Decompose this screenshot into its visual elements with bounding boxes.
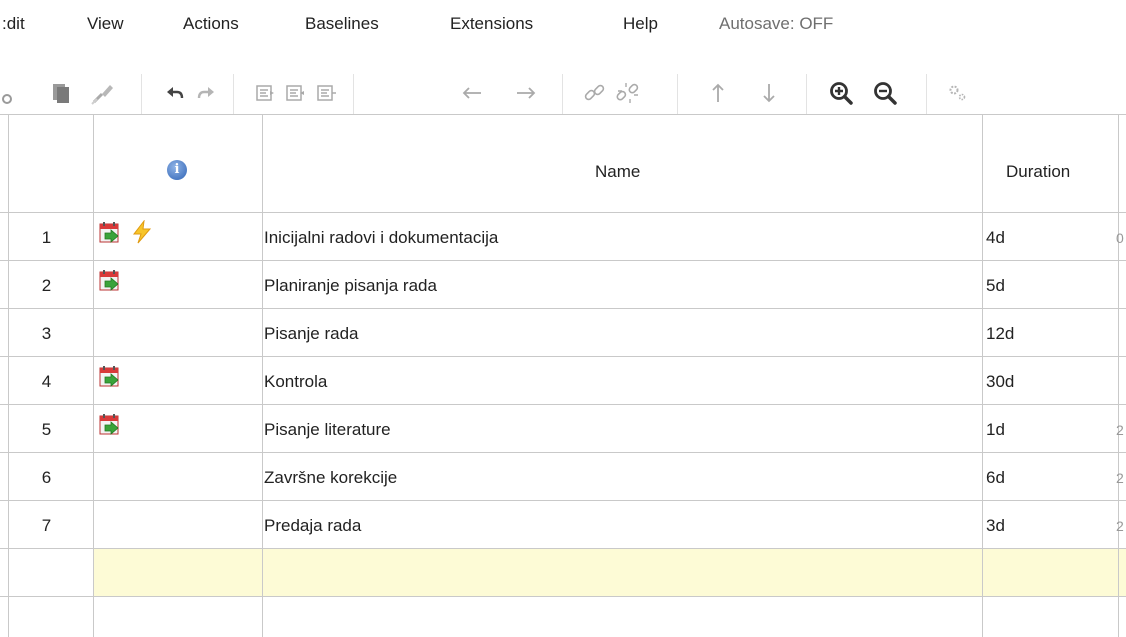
- task-name[interactable]: Pisanje rada: [264, 324, 359, 344]
- task-icon: [99, 414, 119, 435]
- outdent-button[interactable]: [280, 78, 310, 108]
- row-number[interactable]: 6: [0, 468, 93, 488]
- grid-line: [0, 404, 1126, 405]
- task-next-column: 2: [1116, 518, 1124, 534]
- row-number[interactable]: 3: [0, 324, 93, 344]
- menu-baselines[interactable]: Baselines: [305, 14, 379, 34]
- task-icon: [99, 222, 119, 243]
- settings-icon: [949, 85, 966, 101]
- toolbar-separator: [677, 74, 678, 114]
- indent-button[interactable]: [250, 78, 280, 108]
- new-row-highlight[interactable]: [93, 548, 1126, 596]
- task-next-column: 0: [1116, 230, 1124, 246]
- grid-line: [0, 548, 1126, 549]
- grid-line: [1118, 114, 1119, 637]
- row-number[interactable]: 1: [0, 228, 93, 248]
- grid-line: [982, 114, 983, 637]
- task-name[interactable]: Kontrola: [264, 372, 327, 392]
- toolbar-separator: [562, 74, 563, 114]
- task-duration[interactable]: 6d: [986, 468, 1005, 488]
- copy-button[interactable]: [46, 78, 76, 108]
- toolbar-separator: [353, 74, 354, 114]
- menu-actions[interactable]: Actions: [183, 14, 239, 34]
- task-name[interactable]: Predaja rada: [264, 516, 361, 536]
- task-name[interactable]: Planiranje pisanja rada: [264, 276, 437, 296]
- paste-format-button[interactable]: [88, 78, 118, 108]
- task-name[interactable]: Završne korekcije: [264, 468, 397, 488]
- redo-button[interactable]: [191, 78, 221, 108]
- paste-format-icon: [91, 85, 113, 105]
- bolt-icon: [132, 220, 152, 244]
- grid-line: [262, 114, 263, 637]
- move-icon: [317, 85, 336, 101]
- task-duration[interactable]: 5d: [986, 276, 1005, 296]
- task-duration[interactable]: 3d: [986, 516, 1005, 536]
- menu-extensions[interactable]: Extensions: [450, 14, 533, 34]
- task-duration[interactable]: 4d: [986, 228, 1005, 248]
- arrow-right-button[interactable]: [511, 78, 541, 108]
- arrow-up-button[interactable]: [703, 78, 733, 108]
- toolbar-separator: [926, 74, 927, 114]
- arrow-right-icon: [517, 87, 536, 99]
- task-name[interactable]: Pisanje literature: [264, 420, 391, 440]
- menu-edit[interactable]: :dit: [2, 14, 25, 34]
- task-duration[interactable]: 1d: [986, 420, 1005, 440]
- info-column-header[interactable]: i: [167, 160, 187, 180]
- task-duration[interactable]: 12d: [986, 324, 1014, 344]
- task-name[interactable]: Inicijalni radovi i dokumentacija: [264, 228, 498, 248]
- zoom-in-icon: [830, 82, 853, 105]
- row-number[interactable]: 7: [0, 516, 93, 536]
- unlink-icon: [616, 83, 639, 103]
- grid-line: [0, 596, 1126, 597]
- row-number[interactable]: 2: [0, 276, 93, 296]
- outdent-icon: [286, 85, 304, 101]
- copy-icon: [53, 84, 69, 103]
- task-grid: i Name Duration 1 Inicijalni radovi i do…: [0, 114, 1126, 637]
- row-number[interactable]: 4: [0, 372, 93, 392]
- row-number[interactable]: 5: [0, 420, 93, 440]
- move-button[interactable]: [311, 78, 341, 108]
- undo-icon: [167, 87, 184, 99]
- duration-column-header[interactable]: Duration: [1006, 162, 1070, 182]
- grid-line: [0, 260, 1126, 261]
- grid-line: [0, 308, 1126, 309]
- cut-icon: [2, 94, 12, 104]
- task-next-column: 2: [1116, 422, 1124, 438]
- task-duration[interactable]: 30d: [986, 372, 1014, 392]
- arrow-up-icon: [712, 83, 724, 102]
- autosave-status: Autosave: OFF: [719, 14, 834, 33]
- task-next-column: 2: [1116, 470, 1124, 486]
- link-icon: [584, 84, 605, 101]
- menu-bar: :dit View Actions Baselines Extensions H…: [0, 0, 1126, 52]
- task-icon: [99, 270, 119, 291]
- grid-line: [0, 452, 1126, 453]
- menu-view[interactable]: View: [87, 14, 124, 34]
- grid-line: [0, 500, 1126, 501]
- grid-line: [0, 114, 1126, 115]
- name-column-header[interactable]: Name: [595, 162, 640, 182]
- grid-line: [93, 114, 94, 637]
- arrow-left-button[interactable]: [457, 78, 487, 108]
- info-icon: i: [174, 162, 180, 177]
- toolbar-separator: [141, 74, 142, 114]
- grid-line: [0, 356, 1126, 357]
- toolbar-separator: [806, 74, 807, 114]
- redo-icon: [197, 87, 214, 99]
- grid-line: [0, 212, 1126, 213]
- link-button[interactable]: [580, 78, 610, 108]
- settings-button[interactable]: [943, 78, 973, 108]
- arrow-left-icon: [462, 87, 481, 99]
- zoom-out-button[interactable]: [870, 78, 900, 108]
- cut-button[interactable]: [0, 78, 16, 108]
- undo-button[interactable]: [160, 78, 190, 108]
- arrow-down-icon: [763, 84, 775, 103]
- unlink-button[interactable]: [613, 78, 643, 108]
- toolbar-separator: [233, 74, 234, 114]
- indent-icon: [256, 85, 274, 101]
- zoom-out-icon: [874, 82, 897, 105]
- task-icon: [99, 366, 119, 387]
- zoom-in-button[interactable]: [826, 78, 856, 108]
- arrow-down-button[interactable]: [754, 78, 784, 108]
- menu-help[interactable]: Help: [623, 14, 658, 34]
